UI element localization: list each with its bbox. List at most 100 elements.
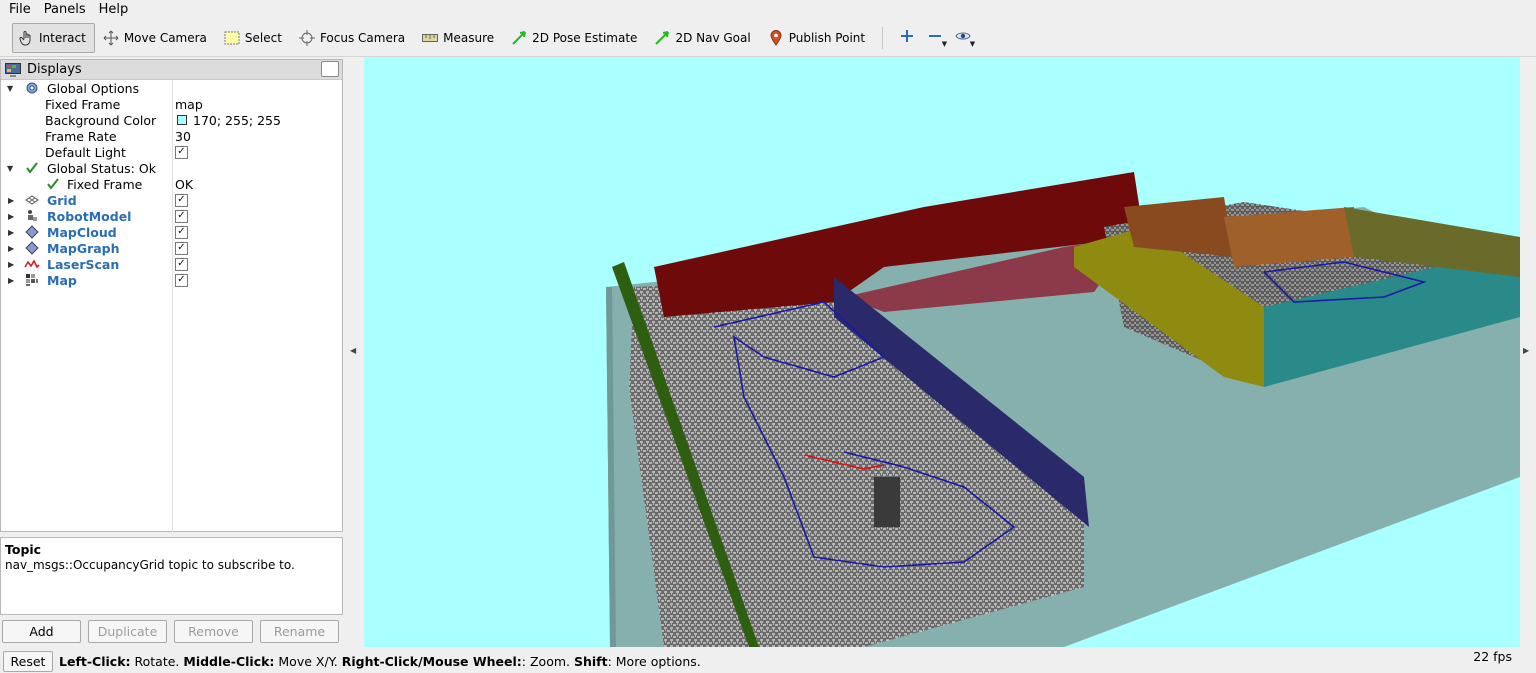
select-rect-icon: [223, 29, 241, 47]
duplicate-button[interactable]: Duplicate: [88, 620, 167, 643]
hint-shift-text: : More options.: [607, 653, 701, 669]
frame-rate-label: Frame Rate: [45, 128, 117, 144]
add-tool-button[interactable]: [893, 23, 921, 53]
toolbar-separator: [882, 26, 884, 49]
displays-panel: Displays ▼ Global Options Fixed Frame ma…: [0, 59, 343, 532]
focus-camera-tool-button[interactable]: Focus Camera: [293, 23, 414, 53]
hint-shift-key: Shift: [573, 653, 608, 669]
default-light-checkbox[interactable]: ✓: [175, 145, 188, 159]
map-3d-scene: [606, 172, 1520, 647]
expand-right-arrow-icon[interactable]: ▶: [8, 244, 18, 253]
status-fixed-frame-row[interactable]: Fixed Frame OK: [1, 176, 342, 192]
expand-right-arrow-icon[interactable]: ▶: [8, 196, 18, 205]
map-cloud-icon: [24, 224, 40, 240]
select-tool-button[interactable]: Select: [218, 23, 291, 53]
expand-right-arrow-icon[interactable]: ▶: [8, 228, 18, 237]
background-color-row[interactable]: Background Color 170; 255; 255: [1, 112, 342, 128]
menu-panels[interactable]: Panels: [35, 2, 90, 17]
display-item-map[interactable]: ▶ Map ✓: [1, 272, 342, 288]
fps-counter: 22 fps: [1473, 649, 1512, 664]
map-icon: [24, 272, 40, 288]
display-item-mapgraph[interactable]: ▶ MapGraph ✓: [1, 240, 342, 256]
hint-left-click-text: Rotate.: [130, 653, 184, 669]
global-options-row[interactable]: ▼ Global Options: [1, 80, 342, 96]
displays-panel-icon: [5, 62, 21, 77]
rename-button[interactable]: Rename: [260, 620, 339, 643]
fixed-frame-row[interactable]: Fixed Frame map: [1, 96, 342, 112]
select-label: Select: [244, 30, 282, 45]
eye-icon: [955, 30, 971, 45]
undock-button[interactable]: [321, 61, 339, 77]
display-item-checkbox[interactable]: ✓: [175, 257, 188, 271]
status-fixed-frame-label: Fixed Frame: [67, 176, 143, 192]
global-status-row[interactable]: ▼ Global Status: Ok: [1, 160, 342, 176]
interact-tool-button[interactable]: Interact: [12, 22, 95, 53]
menu-file[interactable]: File: [0, 2, 35, 17]
display-item-label: MapGraph: [47, 240, 120, 256]
add-button[interactable]: Add: [2, 620, 81, 643]
interact-label: Interact: [39, 30, 86, 45]
robot-model: [874, 477, 900, 527]
display-item-checkbox[interactable]: ✓: [175, 193, 188, 207]
display-item-checkbox[interactable]: ✓: [175, 273, 188, 287]
move-arrows-icon: [102, 29, 120, 47]
status-fixed-frame-value: OK: [175, 176, 194, 192]
description-title: Topic: [5, 542, 42, 557]
global-status-label: Global Status: Ok: [47, 160, 156, 176]
global-options-label: Global Options: [47, 80, 140, 96]
display-item-robotmodel[interactable]: ▶ RobotModel ✓: [1, 208, 342, 224]
collapse-left-arrow-icon[interactable]: ◀: [350, 346, 356, 355]
display-item-grid[interactable]: ▶ Grid ✓: [1, 192, 342, 208]
display-item-label: MapCloud: [47, 224, 117, 240]
color-swatch[interactable]: [177, 115, 187, 125]
move-camera-tool-button[interactable]: Move Camera: [97, 23, 216, 53]
menu-help[interactable]: Help: [90, 2, 133, 17]
expand-down-arrow-icon[interactable]: ▼: [7, 164, 17, 173]
pose-estimate-tool-button[interactable]: 2D Pose Estimate: [505, 23, 646, 53]
remove-button[interactable]: Remove: [174, 620, 253, 643]
expand-right-arrow-icon[interactable]: ▶: [8, 260, 18, 269]
reset-button[interactable]: Reset: [3, 650, 53, 672]
nav-goal-tool-button[interactable]: 2D Nav Goal: [648, 23, 759, 53]
nav-goal-label: 2D Nav Goal: [675, 30, 751, 45]
fixed-frame-value[interactable]: map: [175, 97, 203, 112]
display-item-checkbox[interactable]: ✓: [175, 241, 188, 255]
default-light-row[interactable]: Default Light ✓: [1, 144, 342, 160]
background-color-value[interactable]: 170; 255; 255: [175, 113, 281, 128]
publish-point-tool-button[interactable]: Publish Point: [762, 23, 874, 53]
display-item-laserscan[interactable]: ▶ LaserScan ✓: [1, 256, 342, 272]
description-text: nav_msgs::OccupancyGrid topic to subscri…: [5, 558, 295, 572]
property-description-panel: Topic nav_msgs::OccupancyGrid topic to s…: [0, 537, 343, 615]
green-goal-arrow-icon: [653, 29, 671, 47]
checkmark-icon: [24, 160, 40, 176]
plus-icon: [900, 29, 914, 46]
green-arrow-icon: [510, 29, 528, 47]
focus-crosshair-icon: [298, 29, 316, 47]
collapse-right-arrow-icon[interactable]: ▶: [1523, 346, 1529, 355]
display-item-checkbox[interactable]: ✓: [175, 209, 188, 223]
measure-tool-button[interactable]: Measure: [416, 23, 503, 53]
hint-right-click-key: Right-Click/Mouse Wheel:: [341, 653, 522, 669]
frame-rate-row[interactable]: Frame Rate 30: [1, 128, 342, 144]
render-viewport[interactable]: [364, 57, 1520, 647]
expand-down-arrow-icon[interactable]: ▼: [7, 84, 17, 93]
remove-tool-button[interactable]: ▼: [921, 23, 949, 53]
display-item-checkbox[interactable]: ✓: [175, 225, 188, 239]
expand-right-arrow-icon[interactable]: ▶: [8, 276, 18, 285]
display-buttons: Add Duplicate Remove Rename: [2, 620, 339, 643]
pose-estimate-label: 2D Pose Estimate: [532, 30, 638, 45]
checkmark-icon: [45, 176, 61, 192]
view-tool-button[interactable]: ▼: [949, 23, 977, 53]
ruler-icon: [421, 29, 439, 47]
expand-right-arrow-icon[interactable]: ▶: [8, 212, 18, 221]
display-item-mapcloud[interactable]: ▶ MapCloud ✓: [1, 224, 342, 240]
background-color-label: Background Color: [45, 112, 157, 128]
default-light-label: Default Light: [45, 144, 126, 160]
focus-camera-label: Focus Camera: [319, 30, 406, 45]
display-item-label: Grid: [47, 192, 77, 208]
hint-middle-click-key: Middle-Click:: [183, 653, 275, 669]
background-color-text: 170; 255; 255: [193, 112, 281, 128]
frame-rate-value[interactable]: 30: [175, 129, 191, 144]
dropdown-arrow-icon: ▼: [941, 39, 948, 48]
display-item-label: RobotModel: [47, 208, 132, 224]
